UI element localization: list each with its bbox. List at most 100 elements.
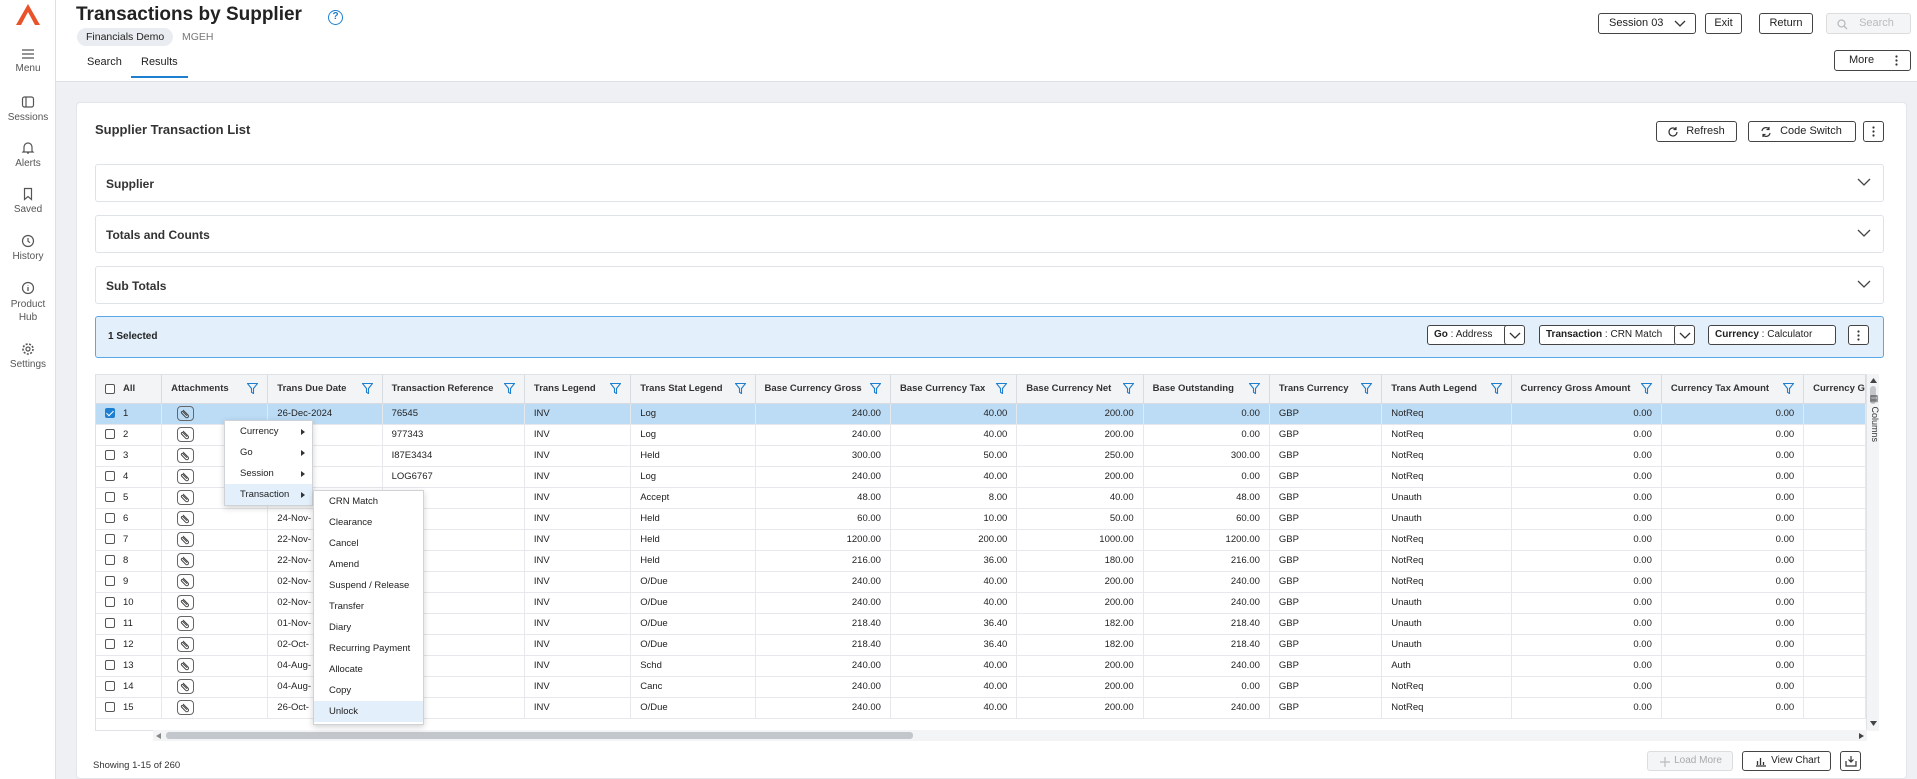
scroll-right-icon[interactable] — [1859, 733, 1864, 739]
attachment-icon[interactable] — [177, 448, 195, 463]
view-chart-button[interactable]: View Chart — [1742, 751, 1831, 771]
attachment-icon[interactable] — [177, 490, 195, 505]
accordion-totals[interactable]: Totals and Counts — [95, 215, 1884, 253]
submenu-item[interactable]: Copy — [314, 680, 423, 701]
selection-options-button[interactable] — [1848, 325, 1869, 345]
row-select-cell[interactable]: 14 — [96, 676, 163, 698]
filter-icon[interactable] — [1490, 383, 1502, 394]
row-checkbox[interactable] — [105, 555, 115, 566]
table-row[interactable]: 42024LOG6767INVLog240.0040.00200.000.00G… — [96, 466, 1866, 488]
nav-saved[interactable]: Saved — [0, 187, 56, 215]
submenu-item[interactable]: Amend — [314, 554, 423, 575]
attachment-cell[interactable] — [161, 508, 269, 530]
submenu-item[interactable]: Allocate — [314, 659, 423, 680]
attachment-icon[interactable] — [177, 679, 195, 694]
attachment-icon[interactable] — [177, 616, 195, 631]
context-menu-item-transaction[interactable]: Transaction — [225, 484, 312, 505]
session-dropdown[interactable]: Session 03 — [1598, 13, 1696, 34]
help-icon[interactable]: ? — [328, 10, 343, 25]
attachment-cell[interactable] — [161, 529, 269, 551]
transaction-action-button[interactable]: Transaction : CRN Match — [1539, 325, 1677, 345]
row-checkbox[interactable] — [105, 450, 115, 461]
columns-side-tab[interactable]: ▤ Columns — [1870, 394, 1880, 442]
submenu-item[interactable]: Clearance — [314, 512, 423, 533]
column-header[interactable]: Trans Currency — [1269, 375, 1383, 404]
table-row[interactable]: 32024I87E3434INVHeld300.0050.00250.00300… — [96, 445, 1866, 467]
attachment-icon[interactable] — [177, 427, 195, 442]
row-checkbox[interactable] — [105, 681, 115, 692]
panel-options-button[interactable] — [1863, 121, 1884, 142]
go-dropdown-button[interactable] — [1504, 325, 1525, 345]
context-menu-item-go[interactable]: Go — [225, 442, 312, 463]
attachment-cell[interactable] — [161, 655, 269, 677]
attachment-cell[interactable] — [161, 550, 269, 572]
nav-alerts[interactable]: Alerts — [0, 141, 56, 169]
column-header[interactable]: Attachments — [161, 375, 269, 404]
load-more-button[interactable]: Load More — [1647, 751, 1733, 771]
scroll-left-icon[interactable] — [156, 733, 161, 739]
row-checkbox[interactable] — [105, 534, 115, 545]
row-select-cell[interactable]: 15 — [96, 697, 163, 719]
submenu-item[interactable]: Transfer — [314, 596, 423, 617]
row-select-cell[interactable]: 9 — [96, 571, 163, 593]
submenu-item[interactable]: Recurring Payment — [314, 638, 423, 659]
context-menu-item-currency[interactable]: Currency — [225, 421, 312, 442]
nav-sessions[interactable]: Sessions — [0, 95, 56, 123]
horizontal-scrollbar[interactable] — [153, 730, 1867, 741]
filter-icon[interactable] — [610, 383, 622, 394]
row-select-cell[interactable]: 6 — [96, 508, 163, 530]
filter-icon[interactable] — [361, 383, 373, 394]
attachment-icon[interactable] — [177, 532, 195, 547]
transaction-dropdown-button[interactable] — [1674, 325, 1695, 345]
column-header[interactable]: Base Currency Tax — [890, 375, 1018, 404]
nav-menu[interactable]: Menu — [0, 48, 56, 74]
row-checkbox[interactable] — [105, 576, 115, 587]
attachment-icon[interactable] — [177, 511, 195, 526]
filter-icon[interactable] — [869, 383, 881, 394]
column-header[interactable]: All — [96, 375, 163, 404]
table-row[interactable]: 22024977343INVLog240.0040.00200.000.00GB… — [96, 424, 1866, 446]
attachment-icon[interactable] — [177, 469, 195, 484]
attachment-cell[interactable] — [161, 676, 269, 698]
tab-search[interactable]: Search — [87, 56, 122, 68]
row-select-cell[interactable]: 4 — [96, 466, 163, 488]
submenu-item[interactable]: Unlock — [314, 701, 423, 722]
return-button[interactable]: Return — [1759, 13, 1813, 34]
code-switch-button[interactable]: Code Switch — [1748, 121, 1856, 142]
attachment-icon[interactable] — [177, 595, 195, 610]
scroll-down-icon[interactable] — [1870, 721, 1877, 726]
row-checkbox[interactable] — [105, 429, 115, 440]
row-select-cell[interactable]: 5 — [96, 487, 163, 509]
row-select-cell[interactable]: 10 — [96, 592, 163, 614]
attachment-cell[interactable] — [161, 571, 269, 593]
filter-icon[interactable] — [734, 383, 746, 394]
column-header[interactable]: Currency Tax Amount — [1661, 375, 1805, 404]
column-header[interactable]: Base Outstanding — [1143, 375, 1270, 404]
submenu-item[interactable]: Diary — [314, 617, 423, 638]
filter-icon[interactable] — [1783, 383, 1795, 394]
currency-action-button[interactable]: Currency : Calculator — [1708, 325, 1836, 345]
scroll-up-icon[interactable] — [1870, 378, 1877, 383]
row-select-cell[interactable]: 13 — [96, 655, 163, 677]
column-header[interactable]: Trans Auth Legend — [1381, 375, 1512, 404]
row-checkbox[interactable] — [105, 597, 115, 608]
nav-product-hub[interactable]: Product Hub — [0, 281, 56, 324]
attachment-icon[interactable] — [177, 574, 195, 589]
column-header[interactable]: Transaction Reference — [382, 375, 525, 404]
column-header[interactable]: Trans Due Date — [267, 375, 383, 404]
go-action-button[interactable]: Go : Address — [1427, 325, 1510, 345]
column-header[interactable]: Base Currency Gross — [755, 375, 891, 404]
row-select-cell[interactable]: 2 — [96, 424, 163, 446]
attachment-icon[interactable] — [177, 637, 195, 652]
row-select-cell[interactable]: 7 — [96, 529, 163, 551]
column-header[interactable]: Currency G — [1803, 375, 1866, 404]
row-select-cell[interactable]: 11 — [96, 613, 163, 635]
filter-icon[interactable] — [503, 383, 515, 394]
row-select-cell[interactable]: 12 — [96, 634, 163, 656]
attachment-icon[interactable] — [177, 406, 195, 421]
row-checkbox[interactable] — [105, 639, 115, 650]
submenu-item[interactable]: Suspend / Release — [314, 575, 423, 596]
horizontal-scroll-thumb[interactable] — [166, 732, 913, 739]
filter-icon[interactable] — [247, 383, 259, 394]
exit-button[interactable]: Exit — [1705, 13, 1742, 34]
